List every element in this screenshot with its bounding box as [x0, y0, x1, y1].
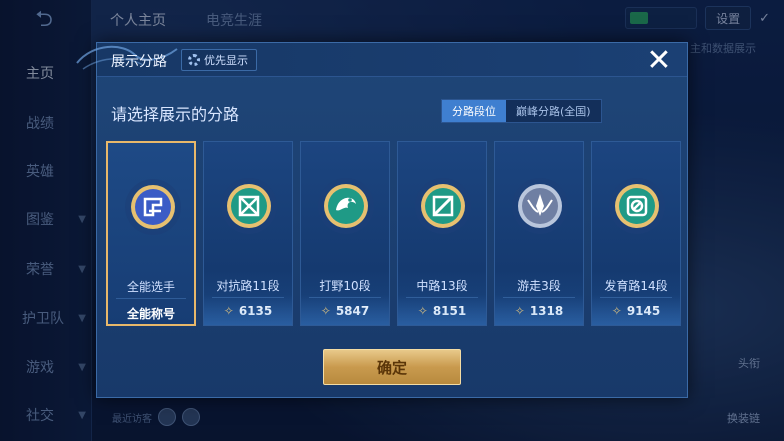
lane-card-value-text: 全能称号 [126, 307, 175, 321]
card-divider [116, 298, 186, 299]
lane-card-name: 全能选手 [126, 280, 175, 294]
priority-display-label: 优先显示 [204, 54, 248, 67]
lane-card-list: 全能选手 全能称号 对抗路11段 ✧ 6135 [106, 141, 681, 326]
lane-card-mid[interactable]: 中路13段 ✧ 8151 [397, 141, 487, 326]
lane-card-name: 游走3段 [517, 279, 561, 293]
lane-card-farm[interactable]: 发育路14段 ✧ 9145 [591, 141, 681, 326]
lane-card-roam[interactable]: 游走3段 ✧ 1318 [494, 141, 584, 326]
mid-lane-icon [415, 178, 471, 234]
lane-card-all-round[interactable]: 全能选手 全能称号 [106, 141, 196, 326]
dialog-header: 展示分路 优先显示 ✕ [76, 43, 687, 78]
lane-card-clash[interactable]: 对抗路11段 ✧ 6135 [203, 141, 293, 326]
tab-lane-rank[interactable]: 分路段位 [442, 100, 506, 122]
card-glow [495, 295, 583, 325]
all-round-icon [125, 179, 181, 235]
dialog-prompt: 请选择展示的分路 [111, 105, 240, 124]
lane-type-tabs: 分路段位 巅峰分路(全国) [441, 99, 602, 123]
roam-icon [512, 178, 568, 234]
dialog-title: 展示分路 [111, 54, 167, 70]
close-button[interactable]: ✕ [645, 43, 673, 78]
clash-lane-icon [221, 178, 277, 234]
close-icon: ✕ [646, 43, 672, 78]
card-glow [204, 295, 292, 325]
tab-peak-lane[interactable]: 巅峰分路(全国) [506, 100, 601, 122]
card-glow [398, 295, 486, 325]
lane-card-name: 打野10段 [319, 279, 371, 293]
lane-card-name: 中路13段 [416, 279, 468, 293]
priority-display-button[interactable]: 优先显示 [181, 49, 257, 71]
lane-card-jungle[interactable]: 打野10段 ✧ 5847 [300, 141, 390, 326]
jungle-icon [318, 178, 374, 234]
gear-icon [188, 54, 200, 66]
card-glow [301, 295, 389, 325]
lane-card-name: 对抗路11段 [216, 279, 280, 293]
confirm-button[interactable]: 确定 [323, 349, 461, 385]
farm-lane-icon [609, 178, 665, 234]
lane-display-dialog: 展示分路 优先显示 ✕ 请选择展示的分路 分路段位 巅峰分路(全国) 全能选手 [76, 42, 688, 398]
lane-card-name: 发育路14段 [604, 279, 668, 293]
card-glow [592, 295, 680, 325]
lane-card-value: 全能称号 [108, 305, 194, 322]
